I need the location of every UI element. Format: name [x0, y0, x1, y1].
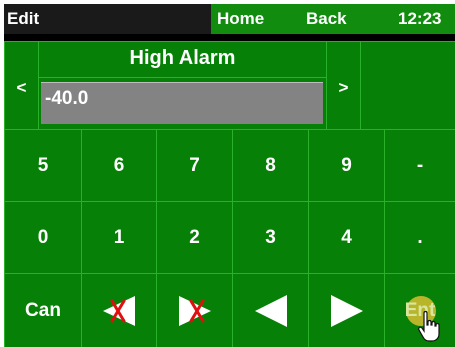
key-label: 6 [113, 154, 125, 176]
home-button[interactable]: Home [217, 4, 264, 34]
key-minus[interactable]: - [384, 129, 455, 201]
title-bar-left: Edit [4, 4, 211, 34]
next-field-button[interactable]: > [326, 41, 360, 129]
key-3[interactable]: 3 [232, 201, 308, 273]
edit-label: Edit [7, 9, 40, 28]
key-label: 9 [341, 154, 352, 176]
backspace-button[interactable] [81, 273, 156, 347]
key-decimal[interactable]: . [384, 201, 455, 273]
clock: 12:23 [398, 9, 442, 28]
prev-field-button[interactable]: < [4, 41, 38, 129]
key-label: 5 [37, 154, 49, 176]
cancel-button[interactable]: Can [4, 273, 81, 347]
cursor-left-icon [254, 294, 287, 327]
value-field[interactable]: -40.0 [41, 82, 323, 124]
hand-pointer-icon [418, 310, 440, 342]
key-label: 3 [265, 226, 276, 248]
key-label: 1 [113, 226, 125, 248]
cursor-right-button[interactable] [308, 273, 384, 347]
cursor-left-button[interactable] [232, 273, 308, 347]
field-label-panel: High Alarm [38, 41, 326, 77]
key-9[interactable]: 9 [308, 129, 384, 201]
key-label: 2 [189, 226, 200, 248]
key-label: - [416, 154, 424, 176]
hmi-screen: Edit Home Back 12:23 < High Alarm -40.0 … [4, 4, 455, 347]
cancel-label: Can [25, 299, 61, 321]
key-2[interactable]: 2 [156, 201, 232, 273]
cursor-right-icon [330, 294, 363, 327]
key-0[interactable]: 0 [4, 201, 81, 273]
key-label: 8 [265, 154, 276, 176]
key-label: 0 [37, 226, 49, 248]
delete-button[interactable] [156, 273, 232, 347]
prev-label: < [16, 78, 27, 97]
key-8[interactable]: 8 [232, 129, 308, 201]
key-5[interactable]: 5 [4, 129, 81, 201]
key-label: 4 [341, 226, 352, 248]
key-7[interactable]: 7 [156, 129, 232, 201]
value-panel: -40.0 [38, 77, 326, 129]
key-label: . [417, 226, 423, 248]
value-text: -40.0 [45, 88, 89, 109]
key-4[interactable]: 4 [308, 201, 384, 273]
next-label: > [338, 78, 349, 97]
key-1[interactable]: 1 [81, 201, 156, 273]
key-label: 7 [189, 154, 200, 176]
title-bar: Edit Home Back 12:23 [4, 4, 455, 34]
back-button[interactable]: Back [306, 4, 347, 34]
backspace-left-icon [103, 295, 135, 326]
key-6[interactable]: 6 [81, 129, 156, 201]
header-blank-panel [360, 41, 455, 129]
field-label: High Alarm [129, 47, 236, 69]
enter-button[interactable]: Ent [384, 273, 455, 347]
delete-right-icon [178, 295, 211, 326]
